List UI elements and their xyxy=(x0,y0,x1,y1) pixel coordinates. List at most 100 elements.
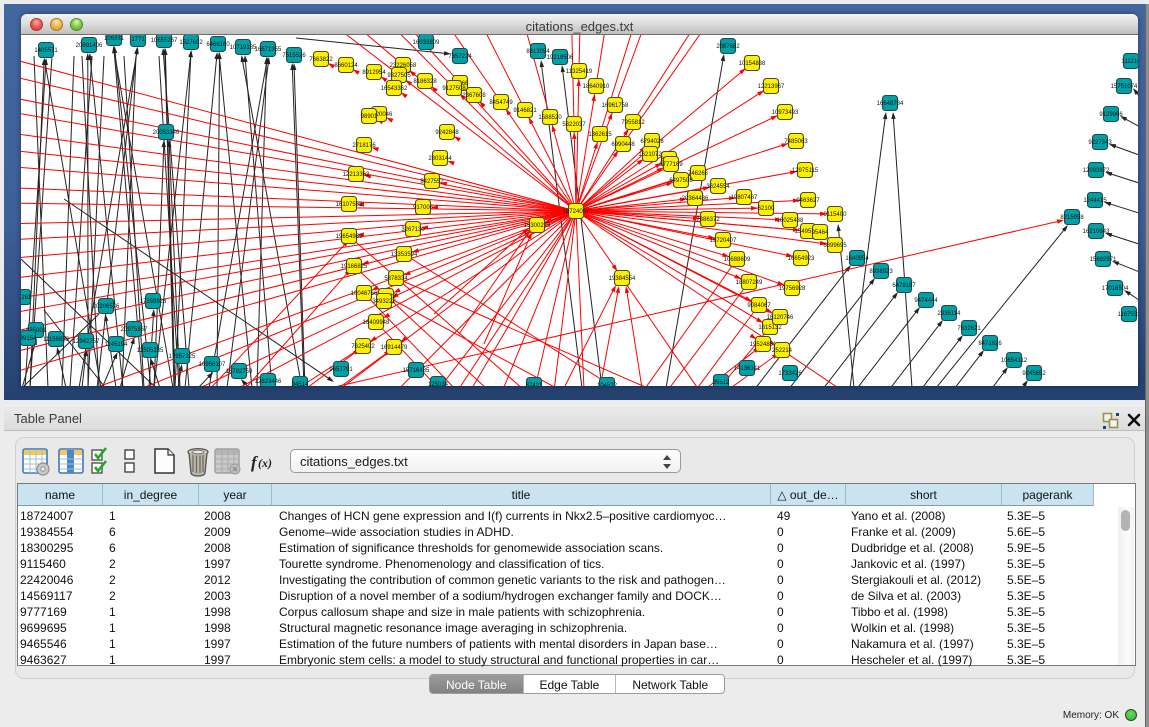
svg-text:106331: 106331 xyxy=(104,36,125,42)
svg-text:10046766: 10046766 xyxy=(351,291,378,297)
svg-text:6990448: 6990448 xyxy=(611,142,635,148)
svg-text:15716485: 15716485 xyxy=(403,368,430,374)
svg-text:12093872: 12093872 xyxy=(1083,168,1110,174)
svg-text:9327505: 9327505 xyxy=(387,73,411,79)
svg-text:16782759: 16782759 xyxy=(226,369,253,375)
svg-text:19166825: 19166825 xyxy=(341,264,368,270)
svg-text:16961758: 16961758 xyxy=(602,103,629,109)
svg-text:3267130: 3267130 xyxy=(401,227,425,233)
svg-text:9242848: 9242848 xyxy=(435,130,459,136)
svg-text:1733426: 1733426 xyxy=(778,371,802,377)
svg-text:1621072: 1621072 xyxy=(638,152,662,158)
svg-text:1640954: 1640954 xyxy=(845,256,869,262)
svg-text:12823446: 12823446 xyxy=(255,379,282,385)
svg-text:9657791: 9657791 xyxy=(329,367,353,373)
svg-text:9474444: 9474444 xyxy=(914,298,938,304)
svg-text:15692971: 15692971 xyxy=(1090,257,1117,263)
svg-text:19756928: 19756928 xyxy=(779,286,806,292)
svg-text:1588520: 1588520 xyxy=(538,115,562,121)
svg-text:62100: 62100 xyxy=(758,206,775,212)
svg-text:3624554: 3624554 xyxy=(706,184,730,190)
svg-text:8938923: 8938923 xyxy=(869,269,893,275)
svg-text:8454749: 8454749 xyxy=(489,100,513,106)
svg-text:6497508: 6497508 xyxy=(669,178,693,184)
svg-text:2803144: 2803144 xyxy=(428,156,452,162)
svg-text:20691406: 20691406 xyxy=(76,43,103,49)
svg-text:9463627: 9463627 xyxy=(796,198,820,204)
svg-text:12975115: 12975115 xyxy=(792,168,819,174)
svg-text:12505135: 12505135 xyxy=(137,348,164,354)
svg-text:7357224: 7357224 xyxy=(448,54,472,60)
svg-text:5322037: 5322037 xyxy=(562,122,586,128)
svg-text:95512: 95512 xyxy=(713,380,730,386)
svg-text:98901: 98901 xyxy=(361,114,378,120)
svg-text:16033809: 16033809 xyxy=(413,40,440,46)
svg-text:16210643: 16210643 xyxy=(1083,229,1110,235)
svg-text:10807487: 10807487 xyxy=(731,195,758,201)
svg-text:39154: 39154 xyxy=(21,336,37,342)
svg-text:94514: 94514 xyxy=(292,382,309,386)
svg-text:6466160: 6466160 xyxy=(206,42,230,48)
svg-text:6479197: 6479197 xyxy=(892,283,916,289)
svg-text:18724007: 18724007 xyxy=(563,209,590,215)
svg-text:10654112: 10654112 xyxy=(1001,358,1028,364)
svg-text:16120746: 16120746 xyxy=(767,315,794,321)
svg-text:8427552: 8427552 xyxy=(420,179,444,185)
svg-text:8912954: 8912954 xyxy=(362,70,386,76)
svg-text:1362615: 1362615 xyxy=(588,132,612,138)
svg-text:11325419: 11325419 xyxy=(566,69,593,75)
svg-text:10973493: 10973493 xyxy=(772,110,799,116)
svg-text:7485063: 7485063 xyxy=(784,139,808,145)
svg-text:15300275: 15300275 xyxy=(524,223,551,229)
svg-text:3493222: 3493222 xyxy=(372,299,396,305)
svg-text:20053346: 20053346 xyxy=(153,130,180,136)
svg-text:18807249: 18807249 xyxy=(736,280,763,286)
svg-text:17016504: 17016504 xyxy=(1102,286,1129,292)
svg-text:10154838: 10154838 xyxy=(739,61,766,67)
svg-text:15720407: 15720407 xyxy=(710,238,737,244)
svg-text:16648784: 16648784 xyxy=(877,101,904,107)
svg-text:2718176: 2718176 xyxy=(352,143,376,149)
svg-text:20206576: 20206576 xyxy=(93,304,120,310)
svg-text:19654985: 19654985 xyxy=(336,234,363,240)
svg-text:7515526: 7515526 xyxy=(282,53,306,59)
svg-text:12213363: 12213363 xyxy=(343,172,370,178)
svg-text:9245652: 9245652 xyxy=(1022,371,1046,377)
svg-text:1167533: 1167533 xyxy=(1118,312,1138,318)
svg-text:16409948: 16409948 xyxy=(363,320,390,326)
svg-text:6899695: 6899695 xyxy=(823,243,847,249)
svg-text:9129966: 9129966 xyxy=(1099,112,1123,118)
svg-text:7386372: 7386372 xyxy=(696,217,720,223)
svg-text:16654923: 16654923 xyxy=(788,256,815,262)
svg-text:1244415: 1244415 xyxy=(1083,198,1107,204)
svg-text:9084067: 9084067 xyxy=(747,303,771,309)
svg-text:16543362: 16543362 xyxy=(381,86,408,92)
svg-text:7632621: 7632621 xyxy=(957,326,981,332)
svg-text:6794028: 6794028 xyxy=(640,139,664,145)
svg-text:19218506: 19218506 xyxy=(547,55,574,61)
svg-text:20364436: 20364436 xyxy=(682,196,709,202)
svg-text:111216: 111216 xyxy=(1121,59,1138,65)
svg-text:9777169: 9777169 xyxy=(659,162,683,168)
svg-text:8215958: 8215958 xyxy=(1060,215,1084,221)
svg-text:15751074: 15751074 xyxy=(1111,84,1138,90)
svg-text:13353594: 13353594 xyxy=(391,252,418,258)
svg-text:18640910: 18640910 xyxy=(583,84,610,90)
svg-text:9227343: 9227343 xyxy=(1088,140,1112,146)
svg-text:5878334: 5878334 xyxy=(384,276,408,282)
svg-text:18261: 18261 xyxy=(21,295,32,301)
svg-text:12213967: 12213967 xyxy=(758,84,785,90)
svg-text:1527602: 1527602 xyxy=(179,40,203,46)
svg-text:9127508: 9127508 xyxy=(442,86,466,92)
svg-text:11156829: 11156829 xyxy=(43,337,69,343)
svg-text:8660124: 8660124 xyxy=(334,63,358,69)
svg-text:16914479: 16914479 xyxy=(381,345,408,351)
svg-text:8471626: 8471626 xyxy=(978,341,1002,347)
svg-text:16107553: 16107553 xyxy=(336,202,363,208)
svg-text:87421: 87421 xyxy=(526,383,543,386)
svg-text:7663822: 7663822 xyxy=(309,57,333,63)
svg-text:95464: 95464 xyxy=(812,230,829,236)
svg-text:252214: 252214 xyxy=(772,348,793,354)
svg-text:2367608: 2367608 xyxy=(462,93,486,99)
svg-text:1145194: 1145194 xyxy=(105,342,129,348)
